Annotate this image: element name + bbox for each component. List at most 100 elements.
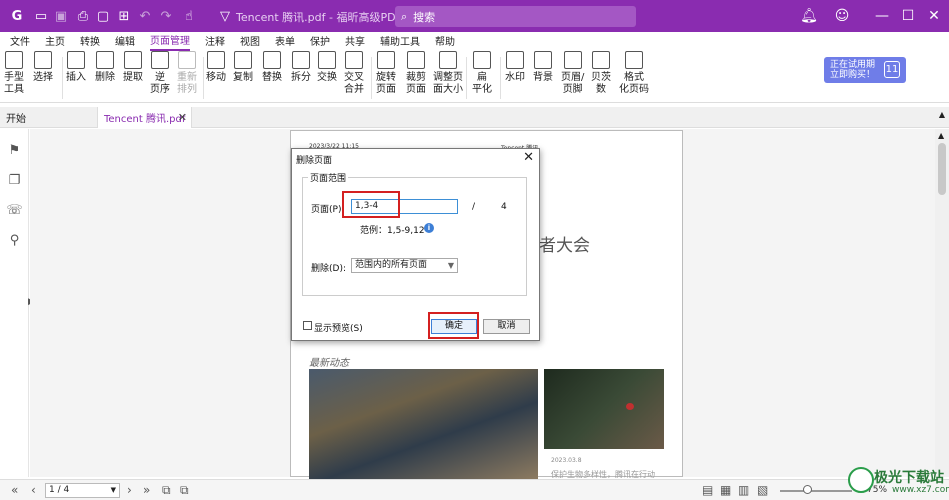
ribbon-button-delete-page[interactable]: 删除 [95, 51, 115, 84]
dialog-close-icon[interactable]: ✕ [523, 150, 534, 165]
minimize-button[interactable]: — [870, 6, 894, 26]
delete-scope-value: 范围内的所有页面 [355, 260, 428, 270]
flatten-icon [473, 51, 491, 69]
menu-share[interactable]: 共享 [345, 33, 365, 50]
menu-form[interactable]: 表单 [275, 33, 295, 50]
ribbon-button-hand[interactable]: 手型 工具 [4, 51, 24, 96]
menu-help[interactable]: 帮助 [435, 33, 455, 50]
new-doc-icon[interactable]: ▢ [92, 5, 114, 27]
ribbon-button-rotate-page[interactable]: 旋转 页面 [376, 51, 396, 96]
ribbon-button-crop-page[interactable]: 裁剪 页面 [406, 51, 426, 96]
ribbon-button-select-cursor[interactable]: 选择 [33, 51, 53, 84]
next-view-icon[interactable]: ⧉ [180, 483, 189, 498]
cancel-button[interactable]: 取消 [483, 319, 530, 334]
ribbon-button-format-page-number[interactable]: 格式 化页码 [619, 51, 649, 96]
hand-tool-quick-icon[interactable]: ☝ [178, 5, 200, 27]
ribbon-button-extract-page[interactable]: 提取 [123, 51, 143, 84]
select-cursor-icon [34, 51, 52, 69]
trial-promo-button[interactable]: 正在试用期 立即购买！ 11 [824, 57, 906, 83]
ribbon-button-header-footer[interactable]: 页眉/页脚 [561, 51, 584, 96]
menu-view[interactable]: 视图 [240, 33, 260, 50]
pages-thumbnail-icon[interactable]: ❐ [7, 173, 22, 188]
ribbon-button-replace-page[interactable]: 替换 [262, 51, 282, 84]
vertical-scrollbar[interactable]: ▲ [935, 129, 949, 477]
menu-comment[interactable]: 注释 [205, 33, 225, 50]
menu-convert[interactable]: 转换 [80, 33, 100, 50]
bates-number-icon [592, 51, 610, 69]
menu-page-management[interactable]: 页面管理 [150, 32, 190, 51]
ribbon-button-rearrange[interactable]: 重新 排列 [177, 51, 197, 96]
ribbon-separator [371, 57, 372, 99]
ribbon-button-watermark[interactable]: 水印 [505, 51, 525, 84]
watermark-icon [506, 51, 524, 69]
delete-scope-select[interactable]: 范围内的所有页面 ▼ [351, 258, 458, 273]
ribbon-button-background[interactable]: 背景 [533, 51, 553, 84]
scroll-up-icon[interactable]: ▲ [938, 131, 944, 140]
account-icon[interactable]: ☺ [830, 6, 854, 26]
tab-scroll-up-icon[interactable]: ▲ [939, 110, 945, 119]
rearrange-icon [178, 51, 196, 69]
ribbon-button-bates-number[interactable]: 贝茨数 [591, 51, 611, 96]
page-range-label: 页面范围 [308, 171, 349, 184]
copy-page-icon [234, 51, 252, 69]
page-number-input[interactable]: 1 / 4 ▼ [45, 483, 120, 498]
open-folder-icon[interactable]: ▭ [30, 5, 52, 27]
two-page-view-icon[interactable]: ▥ [738, 483, 749, 497]
two-page-continuous-icon[interactable]: ▧ [757, 483, 768, 497]
menu-home[interactable]: 主页 [45, 33, 65, 50]
customize-toolbar-icon[interactable]: ▽ [214, 5, 236, 27]
maximize-button[interactable]: ☐ [896, 6, 920, 26]
prev-page-icon[interactable]: ‹ [31, 483, 36, 497]
print-icon[interactable]: ⎙ [72, 5, 94, 27]
menu-accessibility[interactable]: 辅助工具 [380, 33, 420, 50]
comments-icon[interactable]: ☏ [6, 203, 22, 218]
ribbon-button-label: 手型 [4, 72, 24, 83]
tab-document[interactable]: Tencent 腾讯.pdf ✕ [98, 107, 192, 128]
undo-icon[interactable]: ↶ [134, 5, 156, 27]
search-input[interactable]: ⌕ 搜索 [395, 6, 636, 27]
ribbon-button-label: 选择 [33, 72, 53, 83]
cross-merge-icon [345, 51, 363, 69]
scroll-thumb[interactable] [938, 143, 946, 195]
next-page-icon[interactable]: › [127, 483, 132, 497]
ribbon-button-insert-page[interactable]: 插入 [66, 51, 86, 84]
ribbon-button-move-page[interactable]: 移动 [206, 51, 226, 84]
ribbon-button-label: 平化 [472, 84, 492, 95]
menu-edit[interactable]: 编辑 [115, 33, 135, 50]
zoom-slider[interactable] [780, 490, 852, 492]
close-window-button[interactable]: ✕ [922, 6, 946, 26]
ribbon-button-label: 格式 [624, 72, 644, 83]
first-page-icon[interactable]: « [11, 483, 18, 497]
ribbon-button-flatten[interactable]: 扁平化 [472, 51, 492, 96]
ribbon-button-label: 删除 [95, 72, 115, 83]
zoom-slider-knob[interactable] [803, 485, 812, 494]
ribbon-separator [62, 57, 63, 99]
days-left-badge: 11 [884, 61, 900, 78]
menu-protect[interactable]: 保护 [310, 33, 330, 50]
ribbon-button-cross-merge[interactable]: 交叉 合并 [344, 51, 364, 96]
save-icon[interactable]: ▣ [50, 5, 72, 27]
ribbon-button-copy-page[interactable]: 复制 [233, 51, 253, 84]
ribbon-button-swap[interactable]: 交换 [317, 51, 337, 84]
ribbon-button-split[interactable]: 拆分 [291, 51, 311, 84]
ribbon-separator [466, 57, 467, 99]
last-page-icon[interactable]: » [143, 483, 150, 497]
tab-bar: 开始 Tencent 腾讯.pdf ✕ ▲ [0, 107, 949, 128]
prev-view-icon[interactable]: ⧉ [162, 483, 171, 498]
show-preview-checkbox[interactable] [303, 321, 312, 330]
single-page-view-icon[interactable]: ▤ [702, 483, 713, 497]
menu-file[interactable]: 文件 [10, 33, 30, 50]
info-icon[interactable]: i [424, 223, 434, 233]
redo-icon[interactable]: ↷ [155, 5, 177, 27]
continuous-view-icon[interactable]: ▦ [720, 483, 731, 497]
ribbon-button-reverse-order[interactable]: 逆页序 [150, 51, 170, 96]
bookmark-icon[interactable]: ⚑ [7, 143, 22, 158]
section-heading: 最新动态 [309, 358, 349, 369]
app-logo-icon: G [11, 8, 23, 24]
create-icon[interactable]: ⊞ [113, 5, 135, 27]
ribbon-button-resize-page[interactable]: 调整页 面大小 [433, 51, 463, 96]
bell-icon[interactable]: 🔔︎ [797, 6, 821, 26]
tab-start[interactable]: 开始 [0, 107, 98, 128]
close-icon[interactable]: ✕ [178, 111, 187, 124]
attachment-icon[interactable]: ⚲ [7, 233, 22, 248]
